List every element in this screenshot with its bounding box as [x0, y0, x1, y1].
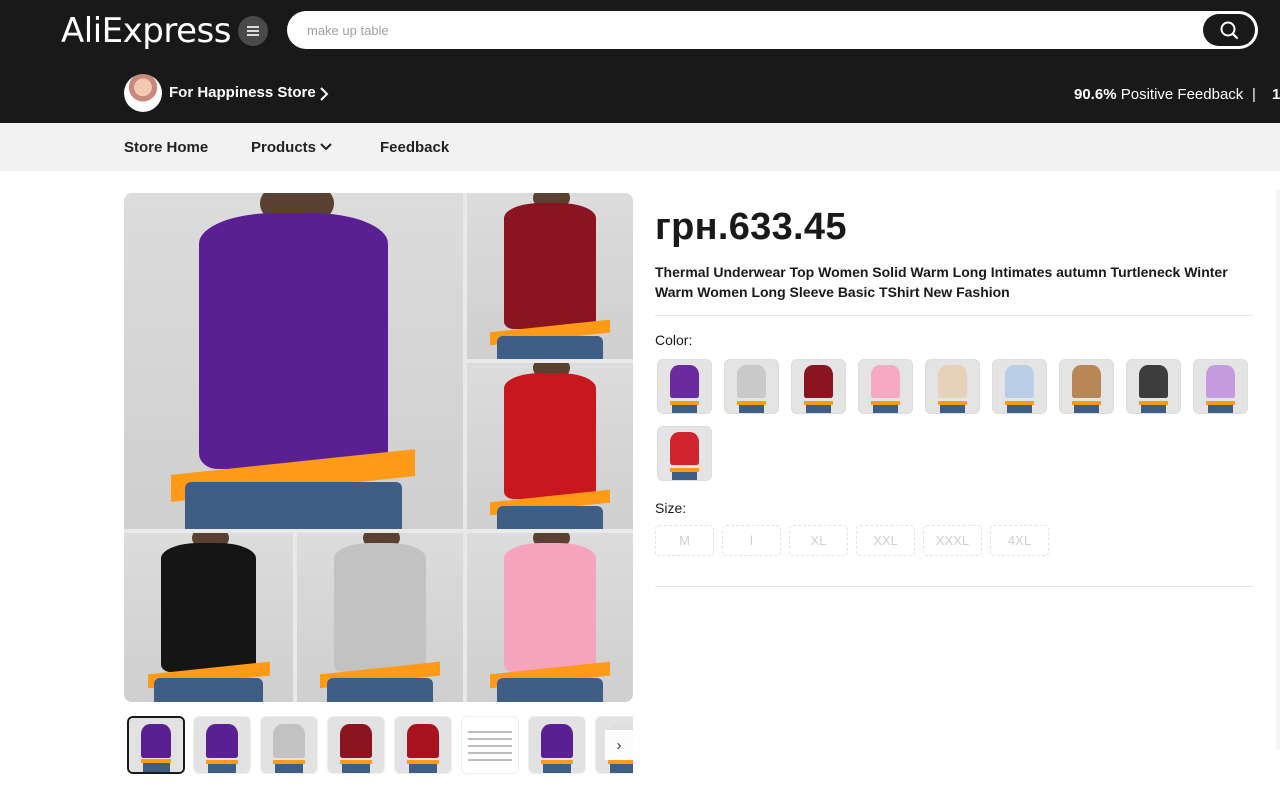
size-option[interactable]: 4XL — [990, 525, 1049, 556]
nav-products[interactable]: Products — [251, 139, 316, 156]
thumbnail[interactable] — [327, 716, 385, 774]
store-avatar[interactable] — [124, 74, 162, 112]
image-tile — [297, 533, 463, 702]
search-bar — [287, 11, 1258, 49]
size-chart-thumbnail[interactable] — [461, 716, 519, 774]
hamburger-icon — [247, 30, 259, 32]
divider — [655, 586, 1253, 587]
main-product-image[interactable] — [124, 193, 633, 702]
color-swatch[interactable] — [657, 359, 712, 414]
color-swatch[interactable] — [791, 359, 846, 414]
product-title: Thermal Underwear Top Women Solid Warm L… — [655, 264, 1228, 300]
followers-count: 1 — [1272, 86, 1280, 103]
size-option[interactable]: XL — [789, 525, 848, 556]
color-swatch[interactable] — [858, 359, 913, 414]
size-option[interactable]: XXL — [856, 525, 915, 556]
feedback-percent: 90.6% — [1074, 86, 1117, 103]
color-swatch[interactable] — [657, 426, 712, 481]
nav-feedback[interactable]: Feedback — [380, 139, 449, 156]
color-swatch[interactable] — [992, 359, 1047, 414]
store-nav: Store Home Products Feedback — [0, 123, 1280, 171]
thumbnail-strip: › — [124, 716, 633, 776]
positive-feedback: 90.6% Positive Feedback — [1074, 86, 1243, 103]
color-swatch[interactable] — [1193, 359, 1248, 414]
menu-button[interactable] — [238, 16, 268, 46]
size-option[interactable]: l — [722, 525, 781, 556]
search-button[interactable] — [1203, 14, 1255, 46]
product-price: грн.633.45 — [655, 206, 847, 248]
color-swatch[interactable] — [1059, 359, 1114, 414]
image-tile — [467, 533, 633, 702]
size-label: Size: — [655, 500, 687, 516]
size-option[interactable]: M — [655, 525, 714, 556]
color-swatch[interactable] — [1126, 359, 1181, 414]
search-icon — [1220, 21, 1239, 40]
top-header: AliExpress For Happiness Store 90.6% Pos… — [0, 0, 1280, 123]
thumbnail-next-button[interactable]: › — [605, 730, 633, 760]
chevron-right-icon[interactable] — [318, 86, 330, 102]
size-option[interactable]: XXXL — [923, 525, 982, 556]
color-swatch[interactable] — [925, 359, 980, 414]
image-tile — [467, 363, 633, 529]
image-tile — [467, 193, 633, 359]
thumbnail[interactable] — [394, 716, 452, 774]
thumbnail[interactable] — [127, 716, 185, 774]
divider — [655, 315, 1253, 316]
chevron-down-icon[interactable] — [320, 142, 332, 152]
thumbnail[interactable] — [528, 716, 586, 774]
right-panel-edge — [1276, 190, 1280, 750]
color-label: Color: — [655, 332, 693, 348]
search-input[interactable] — [307, 19, 1187, 41]
stats-separator: | — [1252, 86, 1256, 103]
color-swatch[interactable] — [724, 359, 779, 414]
thumbnail[interactable] — [193, 716, 251, 774]
feedback-label: Positive Feedback — [1120, 86, 1244, 103]
store-row: For Happiness Store 90.6% Positive Feedb… — [0, 66, 1280, 123]
store-name-link[interactable]: For Happiness Store — [169, 84, 316, 101]
image-tile — [124, 193, 463, 529]
image-tile — [124, 533, 293, 702]
nav-store-home[interactable]: Store Home — [124, 139, 208, 156]
thumbnail[interactable] — [260, 716, 318, 774]
aliexpress-logo[interactable]: AliExpress — [61, 11, 231, 51]
chevron-right-icon: › — [616, 736, 622, 754]
